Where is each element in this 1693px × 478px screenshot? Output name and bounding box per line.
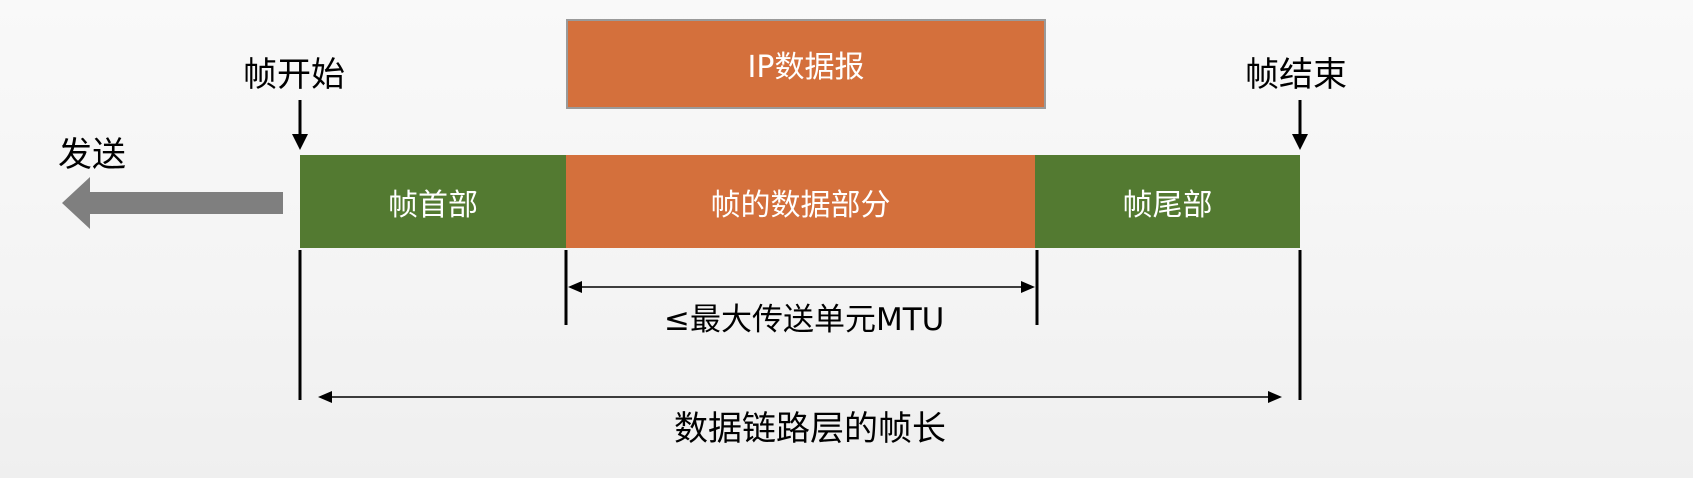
mtu-span-arrow [568,281,1035,293]
diagram-lines [62,100,1308,403]
frame-end-arrow-icon [1292,100,1308,150]
frame-length-span-arrow [318,391,1282,403]
mtu-label: ≤最大传送单元MTU [664,302,945,338]
send-arrow-icon [62,177,283,229]
frame-length-label: 数据链路层的帧长 [674,409,946,449]
frame-start-arrow-icon [292,100,308,150]
